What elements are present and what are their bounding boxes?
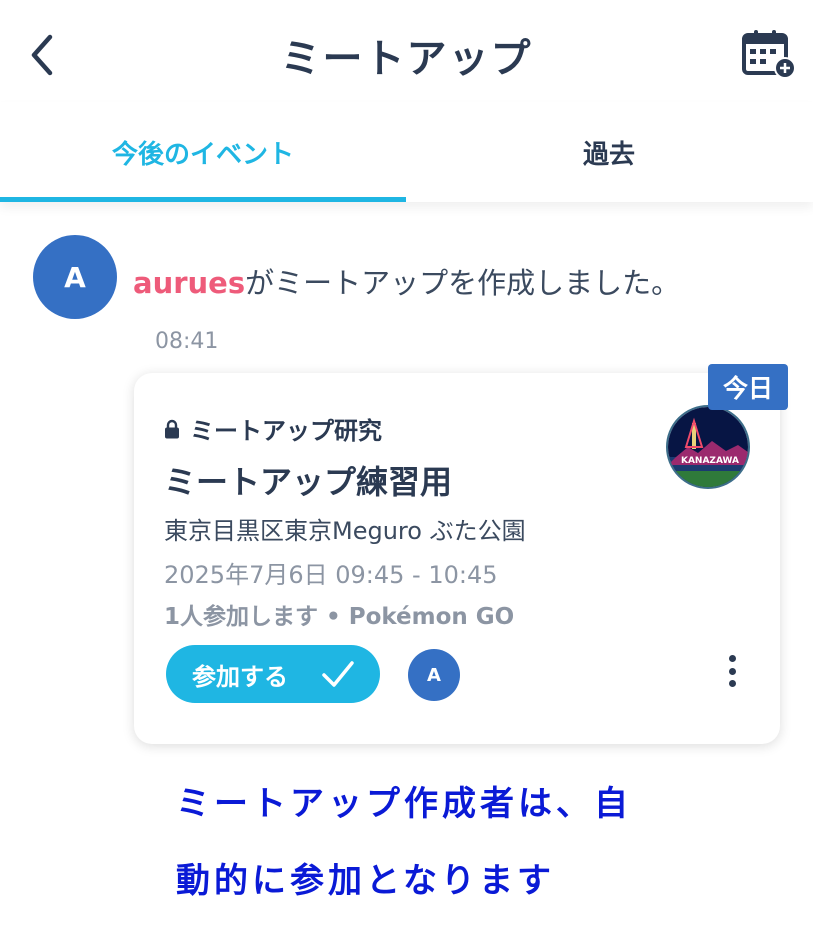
active-tab-indicator — [0, 197, 406, 202]
event-participants: 1人参加します • Pokémon GO — [164, 604, 515, 630]
today-badge: 今日 — [708, 364, 788, 410]
join-button[interactable]: 参加する — [166, 645, 380, 703]
tab-past[interactable]: 過去 — [406, 102, 812, 202]
event-image-text: KANAZAWA — [681, 456, 739, 466]
annotation-line-2: 動的に参加となります — [176, 861, 555, 901]
activity-text: がミートアップを作成しました。 — [245, 266, 681, 300]
tab-bar: 今後のイベント 過去 — [0, 102, 813, 202]
app-header: ミートアップ — [0, 0, 813, 102]
activity-message: auruesがミートアップを作成しました。 08:41 — [133, 256, 693, 369]
event-title: ミートアップ練習用 — [164, 463, 453, 501]
user-avatar[interactable]: A — [33, 235, 117, 319]
calendar-add-icon — [742, 30, 796, 79]
event-card[interactable]: ミートアップ研究 ミートアップ練習用 東京目黒区東京Meguro ぶた公園 20… — [134, 373, 780, 744]
annotation-line-1: ミートアップ作成者は、自 — [176, 784, 632, 824]
page-title: ミートアップ — [280, 36, 533, 82]
event-image: KANAZAWA — [666, 405, 750, 489]
check-icon — [322, 661, 354, 687]
join-label: 参加する — [192, 662, 288, 691]
create-meetup-button[interactable] — [740, 28, 796, 80]
lock-icon — [165, 419, 179, 438]
attendee-avatar[interactable]: A — [408, 649, 460, 701]
activity-time: 08:41 — [155, 329, 219, 354]
community-label: ミートアップ研究 — [190, 417, 382, 445]
more-dot-icon — [728, 667, 736, 675]
community-name: ミートアップ研究 — [164, 411, 382, 446]
more-dot-icon — [728, 655, 736, 662]
more-dot-icon — [728, 680, 736, 687]
event-location: 東京目黒区東京Meguro ぶた公園 — [164, 517, 526, 545]
username-link[interactable]: aurues — [133, 266, 245, 300]
tab-upcoming[interactable]: 今後のイベント — [0, 102, 406, 202]
event-datetime: 2025年7月6日 09:45 - 10:45 — [164, 561, 498, 589]
more-options-button[interactable] — [720, 651, 744, 691]
